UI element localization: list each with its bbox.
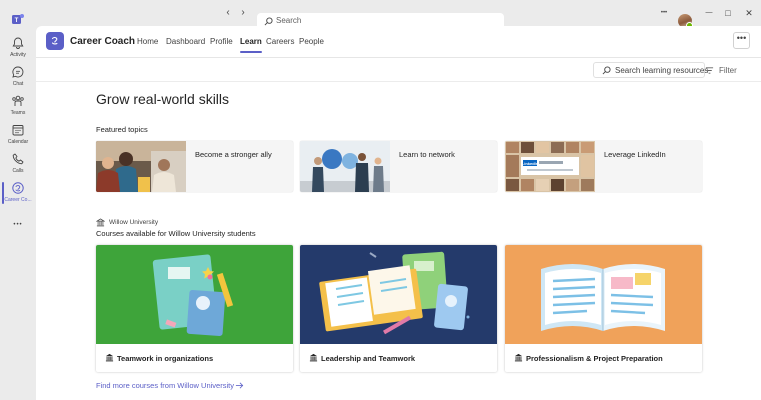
institution-icon — [514, 353, 523, 362]
course-title-teamwork: Teamwork in organizations — [117, 354, 214, 363]
institution-icon — [309, 353, 318, 362]
rail-item-activity[interactable]: Activity — [0, 34, 36, 64]
rail-item-chat[interactable]: Chat — [0, 63, 36, 93]
tab-learn[interactable]: Learn — [240, 37, 262, 53]
topic-card-ally[interactable]: Become a stronger ally — [96, 141, 293, 192]
rail-label-calls: Calls — [12, 168, 24, 174]
phone-icon — [12, 153, 24, 165]
search-icon — [264, 17, 273, 26]
course-card-professionalism[interactable]: Professionalism & Project Preparation — [505, 245, 702, 372]
rail-item-calls[interactable]: Calls — [0, 150, 36, 180]
learning-search-label: Search learning resources — [615, 66, 709, 75]
calendar-icon — [12, 125, 24, 136]
back-arrow-icon[interactable]: ‹ — [223, 8, 233, 18]
rail-item-career-coach[interactable]: Career Co... — [0, 179, 36, 209]
topic-label-network: Learn to network — [399, 150, 455, 159]
rail-item-teams[interactable]: Teams — [0, 92, 36, 122]
arrow-right-icon — [235, 382, 244, 389]
topic-image-ally — [96, 141, 186, 192]
featured-topics-heading: Featured topics — [96, 125, 148, 134]
course-footer: Leadership and Teamwork — [300, 344, 497, 372]
institution-icon — [96, 218, 105, 227]
career-coach-app: Career Coach Home Dashboard Profile Lear… — [36, 26, 761, 400]
topic-card-network[interactable]: Learn to network — [300, 141, 497, 192]
tab-people[interactable]: People — [299, 37, 324, 46]
more-apps-icon: ••• — [13, 222, 23, 228]
find-more-courses-link[interactable]: Find more courses from Willow University — [96, 381, 244, 390]
tab-home[interactable]: Home — [137, 37, 158, 46]
tab-profile[interactable]: Profile — [210, 37, 233, 46]
filter-label: Filter — [719, 66, 737, 75]
find-more-courses-label: Find more courses from Willow University — [96, 381, 234, 390]
course-title-leadership: Leadership and Teamwork — [321, 354, 416, 363]
maximize-button[interactable]: □ — [722, 8, 734, 18]
course-footer: Professionalism & Project Preparation — [505, 344, 702, 372]
topic-image-linkedin: LinkedIn — [505, 141, 595, 192]
career-coach-icon — [12, 182, 24, 194]
rail-label-career-coach: Career Co... — [4, 197, 32, 203]
course-card-teamwork[interactable]: Teamwork in organizations — [96, 245, 293, 372]
app-header: Career Coach Home Dashboard Profile Lear… — [36, 26, 761, 58]
rail-more-apps[interactable]: ••• — [0, 218, 36, 248]
course-image-professionalism — [505, 245, 702, 344]
search-icon — [602, 66, 611, 75]
bell-icon — [12, 37, 24, 49]
course-image-teamwork — [96, 245, 293, 344]
rail-label-chat: Chat — [12, 81, 24, 87]
teams-logo-icon: T — [12, 14, 24, 24]
linkedin-logo-text: LinkedIn — [522, 161, 539, 166]
page-title: Grow real-world skills — [96, 91, 230, 107]
topic-label-ally: Become a stronger ally — [195, 150, 272, 159]
app-more-button[interactable]: ••• — [733, 32, 750, 49]
app-rail: T Activity Chat Teams Calendar Calls Car… — [0, 0, 36, 400]
course-card-leadership[interactable]: Leadership and Teamwork — [300, 245, 497, 372]
tab-careers[interactable]: Careers — [266, 37, 294, 46]
svg-text:T: T — [15, 18, 19, 24]
rail-label-calendar: Calendar — [7, 139, 29, 145]
rail-item-calendar[interactable]: Calendar — [0, 121, 36, 151]
courses-heading: Courses available for Willow University … — [96, 229, 256, 238]
chat-icon — [12, 66, 24, 78]
tab-dashboard[interactable]: Dashboard — [166, 37, 205, 46]
university-name: Willow University — [109, 219, 159, 226]
minimize-button[interactable]: — — [703, 8, 715, 18]
teams-icon — [12, 95, 24, 106]
close-button[interactable]: ✕ — [743, 8, 755, 18]
course-image-leadership — [300, 245, 497, 344]
settings-more-button[interactable]: ••• — [658, 8, 670, 18]
course-title-professionalism: Professionalism & Project Preparation — [526, 354, 663, 363]
career-coach-app-icon — [46, 32, 64, 50]
course-footer: Teamwork in organizations — [96, 344, 293, 372]
global-search-placeholder: Search — [276, 16, 302, 25]
rail-label-teams: Teams — [10, 110, 26, 116]
title-bar: ‹ › Search ••• — □ ✕ — [36, 0, 761, 30]
rail-label-activity: Activity — [10, 52, 26, 58]
learning-search-button[interactable]: Search learning resources — [593, 62, 709, 78]
learn-toolbar: Search learning resources Filter — [36, 59, 761, 82]
app-title: Career Coach — [70, 36, 136, 47]
forward-arrow-icon[interactable]: › — [238, 8, 248, 18]
institution-icon — [105, 353, 114, 362]
filter-icon — [705, 67, 714, 74]
topic-image-network — [300, 141, 390, 192]
topic-label-linkedin: Leverage LinkedIn — [604, 150, 666, 159]
filter-button[interactable]: Filter — [705, 66, 737, 75]
topic-card-linkedin[interactable]: LinkedIn Leverage LinkedIn — [505, 141, 702, 192]
career-coach-logo-icon — [51, 36, 58, 45]
